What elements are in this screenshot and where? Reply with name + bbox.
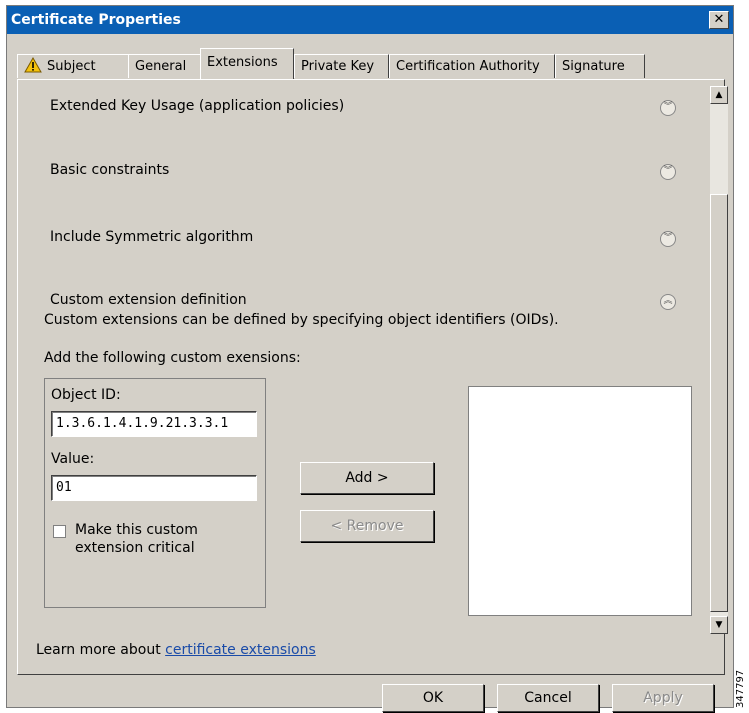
critical-label-line2: extension critical	[75, 540, 195, 556]
vertical-scrollbar[interactable]: ▲ ▼	[710, 86, 728, 634]
tab-certification-authority[interactable]: Certification Authority	[389, 54, 555, 78]
critical-label: Make this custom extension critical	[75, 521, 198, 557]
critical-checkbox[interactable]	[53, 525, 66, 538]
tab-label: Certification Authority	[396, 59, 540, 74]
chevron-down-icon[interactable]: ︾	[660, 164, 676, 180]
tab-extensions[interactable]: Extensions	[200, 48, 294, 79]
title-bar: Certificate Properties ✕	[7, 6, 733, 34]
learn-more-line: Learn more about certificate extensions	[36, 642, 316, 658]
certificate-extensions-link[interactable]: certificate extensions	[165, 642, 316, 658]
section-label: Basic constraints	[50, 162, 170, 178]
section-label: Include Symmetric algorithm	[50, 229, 254, 245]
extensions-scroll-area: Extended Key Usage (application policies…	[26, 86, 728, 666]
custom-extensions-list[interactable]	[468, 386, 692, 616]
scroll-down-icon[interactable]: ▼	[710, 616, 728, 634]
figure-id: 347797	[735, 669, 746, 708]
apply-button[interactable]: Apply	[612, 684, 714, 712]
custom-extension-form: Object ID: 1.3.6.1.4.1.9.21.3.3.1 Value:…	[44, 378, 266, 608]
chevron-down-icon[interactable]: ︾	[660, 231, 676, 247]
section-symmetric-algorithm[interactable]: Include Symmetric algorithm	[50, 229, 253, 245]
chevron-up-icon[interactable]: ︽	[660, 294, 676, 310]
critical-label-line1: Make this custom	[75, 522, 198, 538]
section-basic-constraints[interactable]: Basic constraints	[50, 162, 169, 178]
tab-label: General	[135, 59, 187, 74]
tab-label: Private Key	[301, 59, 375, 74]
object-id-label: Object ID:	[51, 387, 121, 403]
cancel-button[interactable]: Cancel	[497, 684, 599, 712]
tab-label: Extensions	[207, 55, 278, 70]
window-title: Certificate Properties	[11, 12, 181, 28]
scroll-up-icon[interactable]: ▲	[710, 86, 728, 104]
close-button[interactable]: ✕	[709, 11, 729, 29]
add-button[interactable]: Add >	[300, 462, 434, 494]
certificate-properties-dialog: Certificate Properties ✕ Subject General…	[6, 5, 734, 712]
close-icon: ✕	[713, 12, 725, 27]
value-label: Value:	[51, 451, 95, 467]
add-custom-heading: Add the following custom exensions:	[44, 350, 301, 366]
tab-label: Signature	[562, 59, 625, 74]
object-id-input[interactable]: 1.3.6.1.4.1.9.21.3.3.1	[51, 411, 257, 437]
tab-label: Subject	[47, 59, 96, 74]
tab-subject[interactable]: Subject	[17, 54, 129, 78]
remove-button[interactable]: < Remove	[300, 510, 434, 542]
extensions-panel: Extended Key Usage (application policies…	[17, 79, 728, 675]
learn-more-prefix: Learn more about	[36, 642, 166, 658]
section-extended-key-usage[interactable]: Extended Key Usage (application policies…	[50, 98, 344, 114]
value-input[interactable]: 01	[51, 475, 257, 501]
custom-description: Custom extensions can be defined by spec…	[44, 312, 559, 328]
tab-private-key[interactable]: Private Key	[294, 54, 389, 78]
chevron-down-icon[interactable]: ︾	[660, 100, 676, 116]
tab-general[interactable]: General	[128, 54, 201, 78]
section-custom-extension[interactable]: Custom extension definition	[50, 292, 247, 308]
ok-button[interactable]: OK	[382, 684, 484, 712]
tab-signature[interactable]: Signature	[555, 54, 645, 78]
section-label: Custom extension definition	[50, 292, 247, 308]
section-label: Extended Key Usage (application policies…	[50, 98, 345, 114]
scroll-thumb[interactable]	[710, 194, 728, 612]
